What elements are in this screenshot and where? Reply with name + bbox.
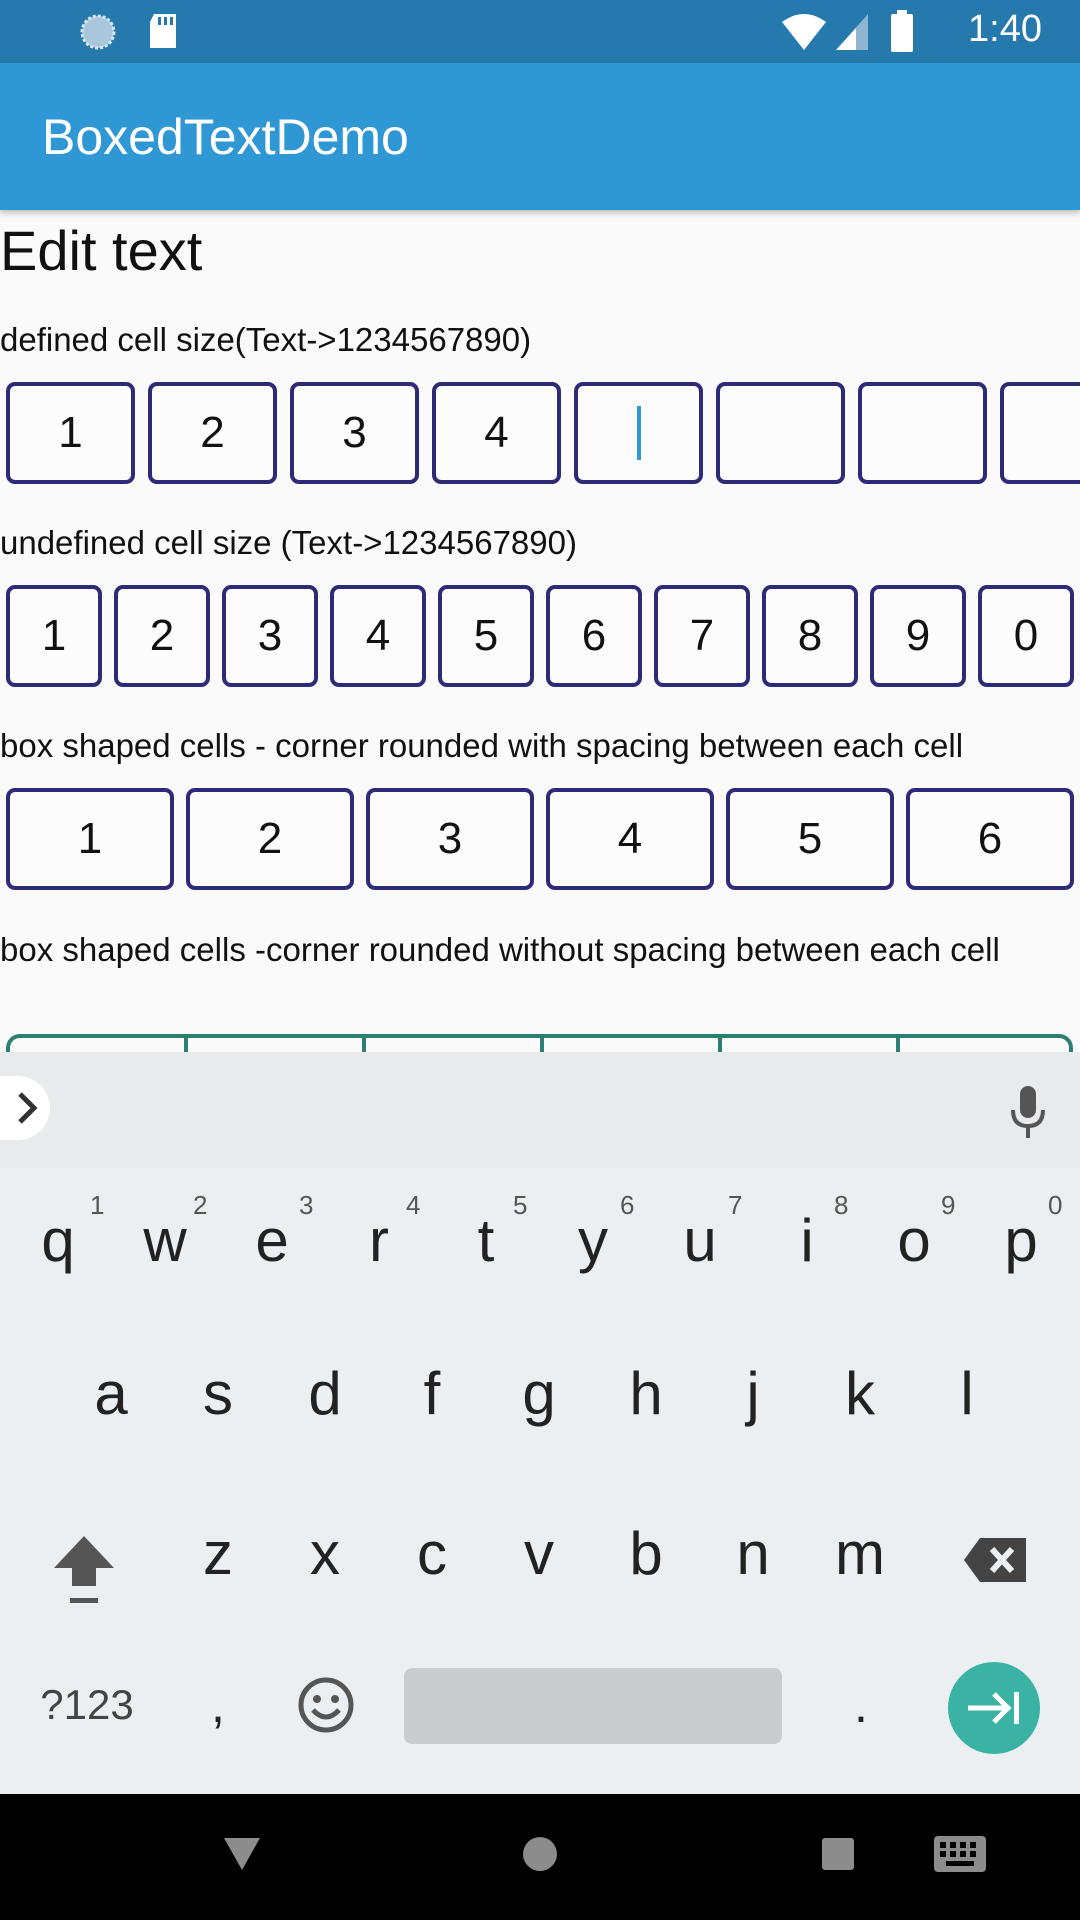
cell-divider: [540, 1034, 544, 1054]
navigation-bar: [0, 1794, 1080, 1920]
key-hint: 7: [728, 1190, 743, 1220]
space-bar[interactable]: [404, 1668, 782, 1744]
symbols-key[interactable]: ?123: [22, 1655, 152, 1755]
key-z[interactable]: z: [168, 1503, 268, 1603]
wifi-icon: [782, 14, 826, 50]
cell[interactable]: 4: [546, 788, 714, 890]
cell[interactable]: 1: [6, 382, 135, 484]
keyboard-switch-icon[interactable]: [934, 1836, 986, 1872]
text-cursor: [636, 406, 641, 460]
cell[interactable]: 5: [438, 585, 534, 687]
key-hint: 4: [406, 1190, 421, 1220]
cell[interactable]: 2: [114, 585, 210, 687]
cell[interactable]: 2: [148, 382, 277, 484]
key-s[interactable]: s: [168, 1343, 268, 1443]
cell-divider: [718, 1034, 722, 1054]
cell[interactable]: 3: [290, 382, 419, 484]
cell[interactable]: 1: [6, 788, 174, 890]
status-time: 1:40: [968, 8, 1042, 50]
page-title: Edit text: [0, 219, 203, 282]
key-a[interactable]: a: [61, 1343, 161, 1443]
cell[interactable]: 9: [870, 585, 966, 687]
undefined-cell-size-label: undefined cell size (Text->1234567890): [0, 524, 577, 561]
key-b[interactable]: b: [596, 1503, 696, 1603]
cell[interactable]: 6: [546, 585, 642, 687]
emoji-icon[interactable]: [297, 1676, 355, 1734]
key-hint: 3: [299, 1190, 314, 1220]
expand-toolbar-button[interactable]: [0, 1076, 50, 1140]
no-spacing-cells-label: box shaped cells -corner rounded without…: [0, 931, 1000, 968]
cell[interactable]: [1000, 382, 1080, 484]
cell-divider: [896, 1034, 900, 1054]
key-c[interactable]: c: [382, 1503, 482, 1603]
cell[interactable]: 6: [906, 788, 1074, 890]
key-x[interactable]: x: [275, 1503, 375, 1603]
key-hint: 6: [620, 1190, 635, 1220]
cell[interactable]: 1: [6, 585, 102, 687]
app-title: BoxedTextDemo: [42, 109, 409, 165]
cell[interactable]: 4: [432, 382, 561, 484]
cell[interactable]: 8: [762, 585, 858, 687]
cell[interactable]: 5: [726, 788, 894, 890]
cell[interactable]: 0: [978, 585, 1074, 687]
key-hint: 9: [941, 1190, 956, 1220]
battery-icon: [891, 10, 913, 52]
cell[interactable]: [716, 382, 845, 484]
signal-icon: [836, 14, 868, 50]
key-h[interactable]: h: [596, 1343, 696, 1443]
cell[interactable]: [858, 382, 987, 484]
app-bar: BoxedTextDemo: [0, 63, 1080, 210]
backspace-icon[interactable]: [962, 1536, 1028, 1584]
cell[interactable]: 3: [222, 585, 318, 687]
cell-focused[interactable]: [574, 382, 703, 484]
cell-divider: [362, 1034, 366, 1054]
period-key[interactable]: .: [811, 1655, 911, 1755]
cell[interactable]: 7: [654, 585, 750, 687]
chevron-right-icon: [18, 1092, 38, 1124]
next-arrow-icon: [968, 1692, 1019, 1724]
defined-cell-size-label: defined cell size(Text->1234567890): [0, 321, 532, 358]
key-hint: 8: [834, 1190, 849, 1220]
cell[interactable]: 3: [366, 788, 534, 890]
key-k[interactable]: k: [810, 1343, 910, 1443]
key-v[interactable]: v: [489, 1503, 589, 1603]
back-icon[interactable]: [222, 1836, 262, 1872]
microphone-icon[interactable]: [1010, 1086, 1046, 1138]
cell-divider: [184, 1034, 188, 1054]
sync-icon: [80, 14, 116, 50]
cell[interactable]: 2: [186, 788, 354, 890]
spaced-cells-input[interactable]: 1 2 3 4 5 6: [0, 788, 1080, 894]
comma-key[interactable]: ,: [168, 1655, 268, 1755]
key-d[interactable]: d: [275, 1343, 375, 1443]
key-hint: 5: [513, 1190, 528, 1220]
recents-icon[interactable]: [822, 1838, 854, 1870]
cell[interactable]: 4: [330, 585, 426, 687]
key-n[interactable]: n: [703, 1503, 803, 1603]
undefined-cell-size-input[interactable]: 1 2 3 4 5 6 7 8 9 0: [0, 585, 1080, 691]
shift-icon[interactable]: [52, 1532, 116, 1606]
key-l[interactable]: l: [917, 1343, 1017, 1443]
key-f[interactable]: f: [382, 1343, 482, 1443]
key-j[interactable]: j: [703, 1343, 803, 1443]
key-hint: 2: [193, 1190, 208, 1220]
spaced-cells-label: box shaped cells - corner rounded with s…: [0, 727, 964, 764]
sd-card-icon: [150, 14, 176, 48]
key-hint: 0: [1048, 1190, 1063, 1220]
defined-cell-size-input[interactable]: 1 2 3 4: [0, 382, 1080, 488]
home-icon[interactable]: [522, 1836, 558, 1872]
enter-next-button[interactable]: [948, 1662, 1040, 1754]
key-hint: 1: [90, 1190, 105, 1220]
key-g[interactable]: g: [489, 1343, 589, 1443]
keyboard-suggestion-strip: [0, 1052, 1080, 1168]
key-m[interactable]: m: [810, 1503, 910, 1603]
status-bar: 1:40: [0, 0, 1080, 63]
